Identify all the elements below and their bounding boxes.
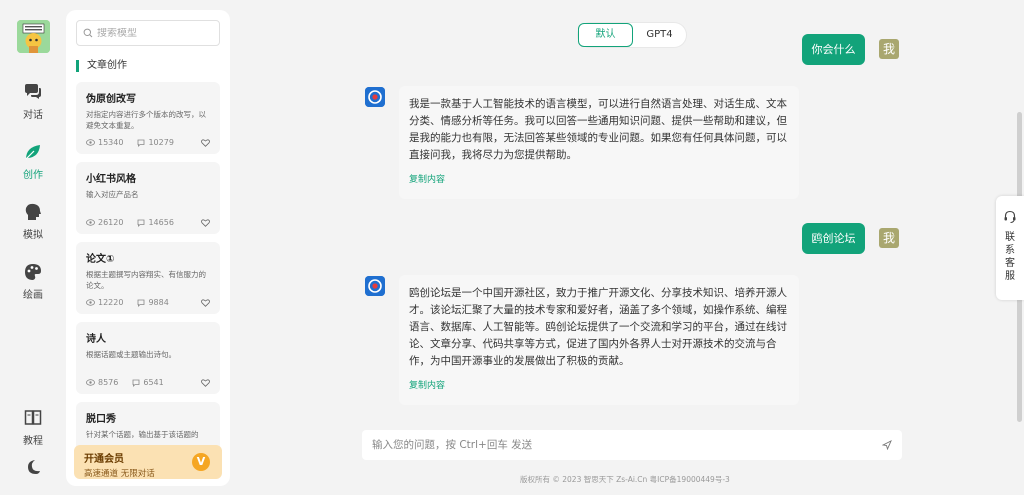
heart-icon[interactable] [201,298,210,307]
card-desc: 输入对应产品名 [86,190,139,199]
model-card[interactable]: 小红书风格 输入对应产品名 26120 14656 [76,162,220,234]
app-logo[interactable] [17,20,50,53]
bot-logo-icon [365,87,385,107]
heart-icon[interactable] [201,378,210,387]
headset-icon [1004,210,1016,223]
bot-message: 我是一款基于人工智能技术的语言模型，可以进行自然语言处理、对话生成、文本分类、情… [399,86,799,199]
section-title: 文章创作 [76,60,127,72]
left-nav: 对话 创作 模拟 绘画 教程 [0,0,66,495]
card-stats: 15340 10279 [86,138,210,147]
leaf-icon [25,145,40,160]
card-desc: 根据话题或主题输出诗句。 [86,350,176,359]
nav-item-chat[interactable]: 对话 [0,82,66,121]
card-desc: 对指定内容进行多个版本的改写，以避免文本重复。 [86,110,206,130]
book-icon [24,410,42,425]
bot-avatar [365,276,385,296]
eye-icon [86,299,95,306]
view-count: 26120 [98,218,124,227]
card-desc: 根据主题撰写内容翔实、有信服力的论文。 [86,270,206,290]
model-card[interactable]: 诗人 根据话题或主题输出诗句。 8576 6541 [76,322,220,394]
comment-count: 6541 [143,378,164,387]
eye-icon [86,379,95,386]
model-panel: 文章创作 伪原创改写 对指定内容进行多个版本的改写，以避免文本重复。 15340… [66,10,230,486]
logo-icon [17,20,50,53]
view-count: 8576 [98,378,119,387]
card-title: 脱口秀 [86,414,116,425]
card-title: 诗人 [86,334,106,345]
user-message: 你会什么 [802,34,865,65]
chat-icon [25,84,41,99]
bot-logo-icon [365,276,385,296]
nav-label-simulate: 模拟 [23,230,43,241]
nav-label-paint: 绘画 [23,290,43,301]
vip-badge-icon: V [192,453,210,471]
card-stats: 26120 14656 [86,218,210,227]
bot-message-text: 我是一款基于人工智能技术的语言模型，可以进行自然语言处理、对话生成、文本分类、情… [409,98,787,161]
card-stats: 12220 9884 [86,298,210,307]
comment-icon [138,219,145,227]
nav-item-paint[interactable]: 绘画 [0,262,66,301]
model-toggle: 默认 GPT4 [578,23,686,47]
contact-label: 联系客服 [1005,232,1015,282]
chat-input[interactable] [372,439,872,451]
search-input[interactable] [97,27,217,39]
vip-subtitle: 高速通道 无限对话 [84,469,155,479]
comment-icon [138,139,145,147]
view-count: 15340 [98,138,124,147]
user-avatar: 我 [879,228,899,248]
bot-avatar [365,87,385,107]
copy-button[interactable]: 复制内容 [409,172,789,189]
comment-count: 14656 [148,218,174,227]
nav-item-tutorial[interactable]: 教程 [0,408,66,447]
contact-support-button[interactable]: 联系客服 [996,196,1024,300]
heart-icon[interactable] [201,138,210,147]
model-card[interactable]: 伪原创改写 对指定内容进行多个版本的改写，以避免文本重复。 15340 1027… [76,82,220,154]
model-card[interactable]: 论文① 根据主题撰写内容翔实、有信服力的论文。 12220 9884 [76,242,220,314]
toggle-default[interactable]: 默认 [578,23,633,47]
nav-label-create: 创作 [23,170,43,181]
nav-item-simulate[interactable]: 模拟 [0,202,66,241]
eye-icon [86,139,95,146]
eye-icon [86,219,95,226]
nav-label-chat: 对话 [23,110,43,121]
user-avatar: 我 [879,39,899,59]
comment-icon [138,299,145,307]
send-button[interactable] [872,430,902,460]
card-stats: 8576 6541 [86,378,210,387]
toggle-gpt4[interactable]: GPT4 [633,23,686,47]
card-title: 论文① [86,254,115,265]
search-icon [83,28,93,38]
head-icon [25,203,41,220]
chat-input-box [362,430,902,460]
nav-label-tutorial: 教程 [23,436,43,447]
search-box[interactable] [76,20,220,46]
moon-icon [28,460,40,474]
nav-item-create[interactable]: 创作 [0,142,66,181]
send-icon [882,440,892,450]
comment-count: 10279 [148,138,174,147]
palette-icon [25,264,41,280]
footer-copyright: 版权所有 © 2023 智思天下 Zs-Ai.Cn 粤ICP备19000449号… [520,475,730,484]
bot-message: 鸥创论坛是一个中国开源社区，致力于推广开源文化、分享技术知识、培养开源人才。该论… [399,275,799,405]
heart-icon[interactable] [201,218,210,227]
theme-toggle[interactable] [0,457,66,481]
card-title: 伪原创改写 [86,94,136,105]
comment-icon [132,379,140,387]
user-message: 鸥创论坛 [802,223,865,254]
card-title: 小红书风格 [86,174,136,185]
view-count: 12220 [98,298,124,307]
bot-message-text: 鸥创论坛是一个中国开源社区，致力于推广开源文化、分享技术知识、培养开源人才。该论… [409,287,787,367]
vip-upgrade-button[interactable]: 开通会员 高速通道 无限对话 V [74,445,222,479]
copy-button[interactable]: 复制内容 [409,378,789,395]
comment-count: 9884 [148,298,169,307]
